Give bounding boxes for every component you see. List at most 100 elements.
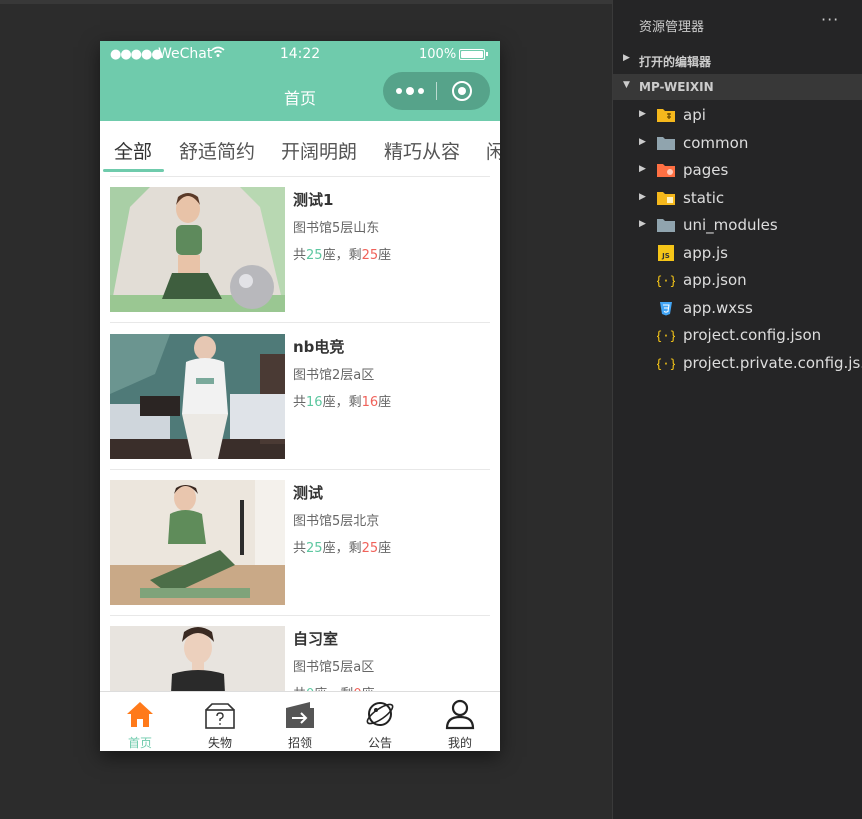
tab-more[interactable]: 闲 [486,137,500,164]
tabbar-claim[interactable]: 招领 [260,692,340,751]
tab-bright[interactable]: 开阔明朗 [281,137,357,164]
seat-remaining: 25 [361,541,379,556]
lost-box-icon [204,698,236,730]
chevron-right-icon: ▶ [639,137,646,147]
tabbar-lost[interactable]: 失物 [180,692,260,751]
json-file-icon: {·} [655,355,677,371]
tabbar-label: 公告 [367,736,392,750]
divider [110,176,490,177]
tree-item-label: app.json [683,271,747,289]
json-file-icon: {·} [655,327,677,343]
seat-remaining: 16 [361,395,379,410]
more-actions-icon[interactable]: ··· [821,10,839,29]
tabbar-label: 我的 [447,736,472,750]
tree-item-app-wxss[interactable]: app.wxss [613,295,862,322]
tab-compact[interactable]: 精巧从容 [384,137,460,164]
planet-icon [364,698,396,730]
room-location: 图书馆5层北京 [293,514,380,529]
room-card[interactable]: 测试 图书馆5层北京 共25座，剩25座 [110,480,490,606]
room-photo [110,334,285,459]
tree-item-uni-modules[interactable]: ▶ uni_modules [613,212,862,239]
room-location: 图书馆5层a区 [293,660,375,675]
tree-item-label: static [683,189,725,207]
folder-icon [657,217,675,233]
tabbar-label: 招领 [287,736,312,750]
section-label: MP-WEIXIN [639,80,714,94]
room-location: 图书馆2层a区 [293,368,375,383]
pages-folder-icon [657,162,675,178]
tree-item-label: project.config.json [683,326,822,344]
workspace-root[interactable]: ▼ MP-WEIXIN [613,74,862,100]
tabbar-home[interactable]: 首页 [100,692,180,751]
explorer-panel: 资源管理器 ··· ▶ 打开的编辑器 ▼ MP-WEIXIN ▶ api ▶ c… [612,0,862,819]
tree-item-label: api [683,106,706,124]
divider [110,469,490,470]
room-name: 测试1 [293,191,334,209]
tree-item-static[interactable]: ▶ static [613,185,862,212]
tree-item-label: app.js [683,244,728,262]
tree-item-label: uni_modules [683,216,778,234]
json-file-icon: {·} [655,272,677,288]
static-folder-icon [657,190,675,206]
svg-text:{·}: {·} [657,274,675,288]
folder-icon [657,135,675,151]
tree-item-pages[interactable]: ▶ pages [613,157,862,184]
close-capsule-button[interactable] [452,81,472,101]
room-name: nb电竞 [293,338,345,356]
divider [110,322,490,323]
active-tab-indicator [103,169,164,172]
seat-remaining: 25 [361,248,379,263]
more-menu-button[interactable] [393,82,427,100]
chevron-right-icon: ▶ [639,219,646,229]
explorer-title: 资源管理器 [639,20,705,35]
tree-item-label: project.private.config.js... [683,354,862,372]
tree-item-label: app.wxss [683,299,753,317]
status-bar: ●●●●● WeChat 14:22 100% [100,41,500,69]
divider [110,615,490,616]
room-location: 图书馆5层山东 [293,221,380,236]
js-file-icon: JS [657,245,675,261]
claim-arrow-icon [284,698,316,730]
chevron-down-icon: ▼ [623,80,630,90]
category-tabs: 全部 舒适简约 开阔明朗 精巧从容 闲 [100,121,500,175]
open-editors-section[interactable]: ▶ 打开的编辑器 [613,47,862,73]
capsule-divider [436,82,437,100]
tabbar-label: 失物 [207,736,232,750]
tree-item-app-json[interactable]: {·} app.json [613,267,862,294]
chevron-right-icon: ▶ [623,53,630,63]
home-icon [124,698,156,730]
tree-item-project-private-config[interactable]: {·} project.private.config.js... [613,350,862,377]
chevron-right-icon: ▶ [639,164,646,174]
css-file-icon [657,300,675,316]
room-seats: 共16座，剩16座 [293,395,392,410]
tabbar-notice[interactable]: 公告 [340,692,420,751]
tab-all[interactable]: 全部 [114,137,152,164]
battery-percent: 100% [419,47,457,62]
room-card[interactable]: nb电竞 图书馆2层a区 共16座，剩16座 [110,334,490,460]
tree-item-app-js[interactable]: JS app.js [613,240,862,267]
room-photo [110,480,285,605]
room-card[interactable]: 测试1 图书馆5层山东 共25座，剩25座 [110,187,490,313]
tree-item-api[interactable]: ▶ api [613,102,862,129]
tree-item-label: pages [683,161,729,179]
tree-item-common[interactable]: ▶ common [613,130,862,157]
bottom-tab-bar: 首页 失物 招领 公告 我的 [100,691,500,751]
room-seats: 共25座，剩25座 [293,541,392,556]
svg-text:JS: JS [661,252,670,260]
user-icon [444,698,476,730]
section-label: 打开的编辑器 [639,55,712,69]
tree-item-project-config[interactable]: {·} project.config.json [613,322,862,349]
seat-total: 25 [306,541,323,556]
devtools-top-border [0,0,612,4]
tabbar-mine[interactable]: 我的 [420,692,500,751]
room-name: 测试 [293,484,324,502]
chevron-right-icon: ▶ [639,109,646,119]
phone-simulator: ●●●●● WeChat 14:22 100% 首页 全部 舒适简约 开阔明朗 … [100,41,500,751]
chevron-right-icon: ▶ [639,192,646,202]
svg-text:{·}: {·} [657,329,675,343]
tab-comfortable[interactable]: 舒适简约 [179,137,255,164]
battery-icon [459,49,488,60]
room-seats: 共25座，剩25座 [293,248,392,263]
tabbar-label: 首页 [127,736,152,750]
tree-item-label: common [683,134,749,152]
